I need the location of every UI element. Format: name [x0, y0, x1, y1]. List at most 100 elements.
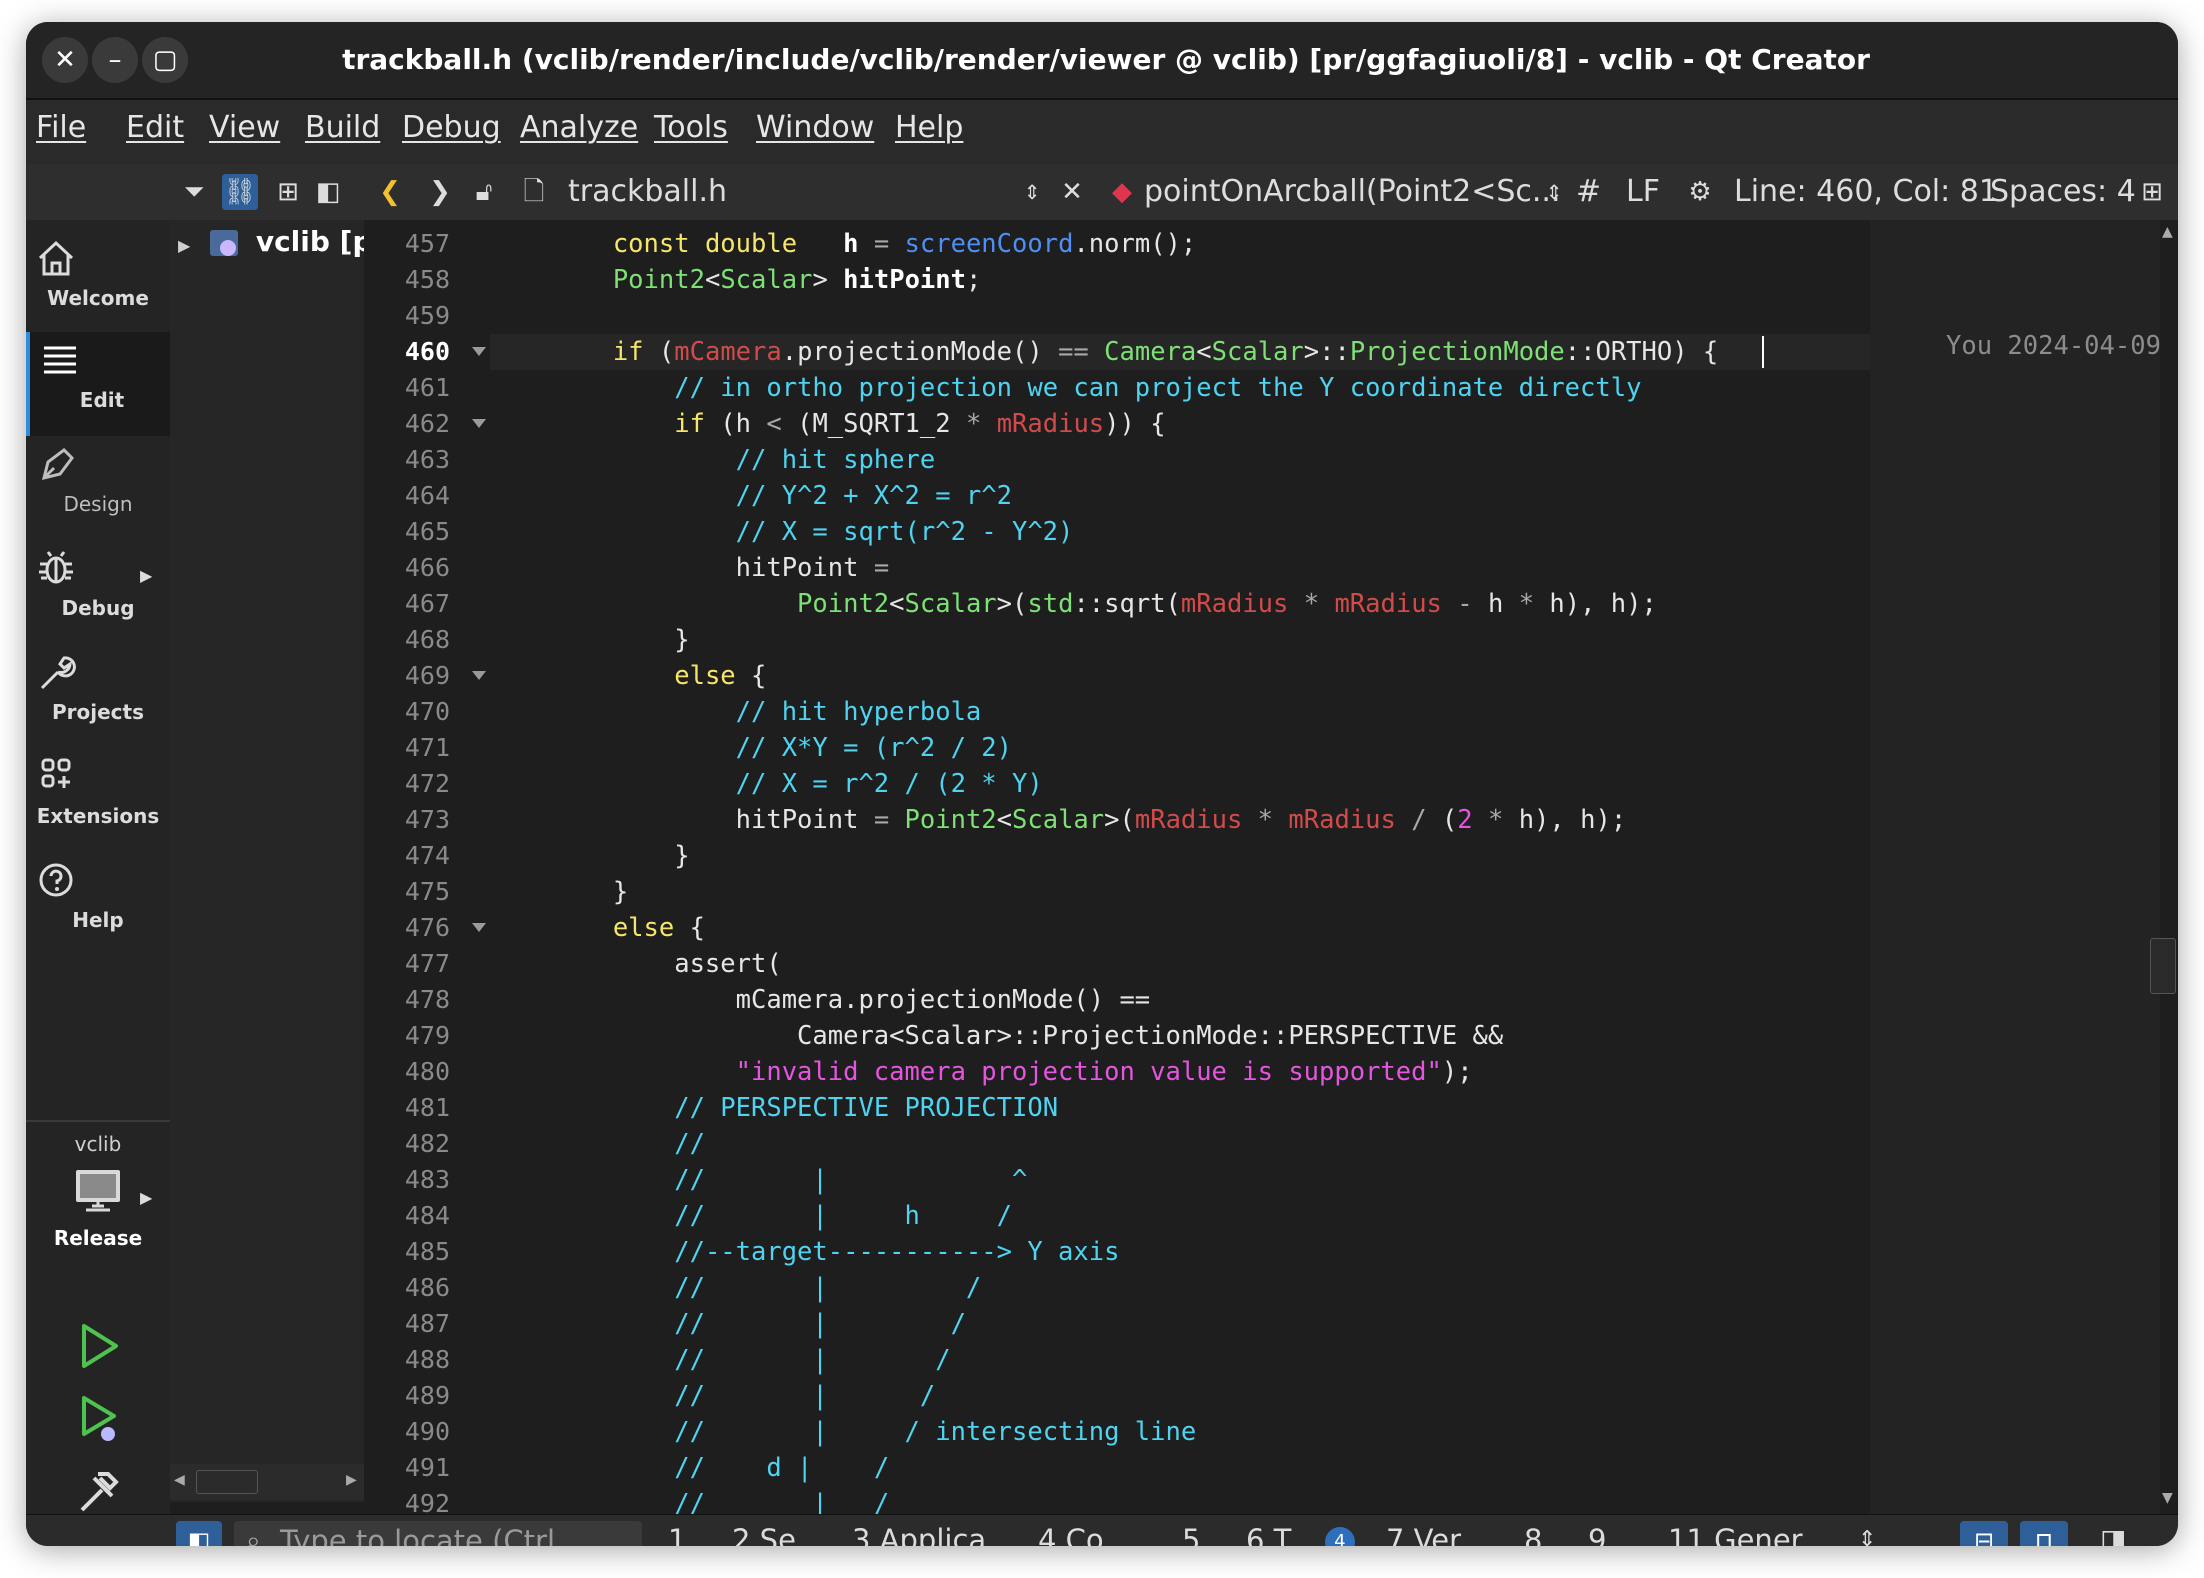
output-pane-7[interactable]: 7 Ver... — [1386, 1515, 1486, 1546]
code-line[interactable]: Point2<Scalar>(std::sqrt(mRadius * mRadi… — [490, 586, 1870, 622]
scrollbar-thumb[interactable] — [2150, 938, 2176, 994]
line-ending-button[interactable]: LF — [1626, 164, 1660, 220]
menu-file[interactable]: File — [36, 110, 86, 145]
code-line[interactable]: // X = sqrt(r^2 - Y^2) — [490, 514, 1870, 550]
output-pane-9[interactable]: 9 ... — [1588, 1515, 1643, 1546]
output-pane-8[interactable]: 8 — [1524, 1515, 1542, 1546]
mode-extensions[interactable]: Extensions — [26, 748, 170, 852]
code-line[interactable]: "invalid camera projection value is supp… — [490, 1054, 1870, 1090]
tree-horizontal-scrollbar[interactable]: ◀ ▶ — [170, 1464, 364, 1500]
output-pane-1[interactable]: 1 — [668, 1515, 686, 1546]
code-line[interactable]: else { — [490, 910, 1870, 946]
menu-debug[interactable]: Debug — [402, 110, 501, 145]
close-sidebar-icon[interactable]: ◧ — [310, 174, 346, 210]
code-line[interactable]: // | ^ — [490, 1162, 1870, 1198]
code-editor[interactable]: const double h = screenCoord.norm(); Poi… — [490, 220, 1870, 1514]
code-line[interactable]: // | / — [490, 1342, 1870, 1378]
code-line[interactable]: } — [490, 874, 1870, 910]
code-line[interactable]: // — [490, 1126, 1870, 1162]
code-line[interactable]: // | / — [490, 1378, 1870, 1414]
code-line[interactable]: // hit hyperbola — [490, 694, 1870, 730]
mode-design[interactable]: Design — [26, 436, 170, 540]
code-line[interactable]: Point2<Scalar> hitPoint; — [490, 262, 1870, 298]
output-pane-5[interactable]: 5 — [1182, 1515, 1200, 1546]
panes-more-arrows-icon[interactable]: ⇕ — [1858, 1515, 1876, 1546]
fold-marker-icon[interactable] — [472, 671, 486, 680]
forward-arrow-icon[interactable]: ❯ — [422, 174, 458, 210]
mode-projects[interactable]: Projects — [26, 644, 170, 748]
code-line[interactable]: // | / — [490, 1270, 1870, 1306]
menu-window[interactable]: Window — [756, 110, 874, 145]
code-line[interactable]: } — [490, 838, 1870, 874]
code-line[interactable]: // d | / — [490, 1450, 1870, 1486]
combo-arrows-icon[interactable]: ⇕ — [1014, 174, 1050, 210]
expand-chevron-icon[interactable]: ▶ — [178, 236, 190, 255]
symbol-combo[interactable]: pointOnArcball(Point2<Sc... — [1144, 164, 1560, 220]
code-line[interactable]: else { — [490, 658, 1870, 694]
fold-marker-icon[interactable] — [472, 419, 486, 428]
code-line[interactable]: hitPoint = — [490, 550, 1870, 586]
code-line[interactable]: // X = r^2 / (2 * Y) — [490, 766, 1870, 802]
menu-tools[interactable]: Tools — [654, 110, 728, 145]
close-window-button[interactable]: ✕ — [42, 37, 88, 83]
code-line[interactable]: // in ortho projection we can project th… — [490, 370, 1870, 406]
link-sync-icon[interactable]: ⛓ — [222, 174, 258, 210]
code-line[interactable]: // | h / — [490, 1198, 1870, 1234]
output-pane-11[interactable]: 11 Gener... — [1668, 1515, 1828, 1546]
code-line[interactable]: // | / — [490, 1306, 1870, 1342]
code-line[interactable]: hitPoint = Point2<Scalar>(mRadius * mRad… — [490, 802, 1870, 838]
code-line[interactable]: if (mCamera.projectionMode() == Camera<S… — [490, 334, 1870, 370]
run-icon[interactable] — [68, 1318, 128, 1374]
split-add-icon[interactable]: ⊞ — [270, 174, 306, 210]
code-line[interactable]: mCamera.projectionMode() == — [490, 982, 1870, 1018]
menu-view[interactable]: View — [209, 110, 280, 145]
code-line[interactable]: //--target-----------> Y axis — [490, 1234, 1870, 1270]
progress-details-icon[interactable]: ⊟ — [1960, 1521, 2008, 1546]
output-pane-2[interactable]: 2 Se... — [732, 1515, 824, 1546]
mode-edit[interactable]: Edit — [26, 332, 174, 436]
filter-icon[interactable]: ⏷ — [176, 174, 212, 210]
code-line[interactable]: // hit sphere — [490, 442, 1870, 478]
output-pane-3[interactable]: 3 Applica... — [852, 1515, 1014, 1546]
fold-marker-icon[interactable] — [472, 347, 486, 356]
code-line[interactable]: // PERSPECTIVE PROJECTION — [490, 1090, 1870, 1126]
symbol-combo-arrows-icon[interactable]: ⇕ — [1536, 174, 1572, 210]
code-line[interactable]: // | / — [490, 1486, 1870, 1514]
menu-build[interactable]: Build — [305, 110, 380, 145]
back-arrow-icon[interactable]: ❮ — [372, 174, 408, 210]
code-line[interactable] — [490, 298, 1870, 334]
toggle-sidebar-icon[interactable]: ◧ — [176, 1521, 222, 1546]
close-document-icon[interactable]: ✕ — [1054, 174, 1090, 210]
open-document-combo[interactable]: trackball.h — [568, 164, 727, 220]
menu-edit[interactable]: Edit — [126, 110, 184, 145]
locator-field[interactable]: ⌕ Type to locate (Ctrl... — [234, 1521, 642, 1546]
mode-help[interactable]: Help — [26, 852, 170, 956]
hash-button[interactable]: # — [1576, 164, 1601, 220]
toggle-output-icon[interactable]: ⊓ — [2020, 1521, 2068, 1546]
mode-welcome[interactable]: Welcome — [26, 230, 170, 334]
code-line[interactable]: } — [490, 622, 1870, 658]
output-pane-6[interactable]: 6 T... 4 — [1246, 1515, 1355, 1546]
editor-vertical-scrollbar[interactable]: ▲ ▼ — [2160, 220, 2178, 1514]
build-hammer-icon[interactable] — [68, 1464, 128, 1520]
debug-run-icon[interactable] — [68, 1392, 128, 1448]
code-line[interactable]: assert( — [490, 946, 1870, 982]
code-line[interactable]: if (h < (M_SQRT1_2 * mRadius)) { — [490, 406, 1870, 442]
toggle-right-sidebar-icon[interactable]: ◨ — [2100, 1515, 2126, 1546]
code-line[interactable]: const double h = screenCoord.norm(); — [490, 226, 1870, 262]
code-line[interactable]: Camera<Scalar>::ProjectionMode::PERSPECT… — [490, 1018, 1870, 1054]
code-line[interactable]: // X*Y = (r^2 / 2) — [490, 730, 1870, 766]
code-line[interactable]: // Y^2 + X^2 = r^2 — [490, 478, 1870, 514]
output-pane-4[interactable]: 4 Co... — [1038, 1515, 1131, 1546]
cursor-position-label[interactable]: Line: 460, Col: 81 — [1734, 164, 1998, 220]
fold-marker-icon[interactable] — [472, 923, 486, 932]
unlock-icon[interactable]: 🔓︎ — [466, 174, 502, 210]
mode-debug[interactable]: Debug ▶ — [26, 540, 170, 644]
code-line[interactable]: // | / intersecting line — [490, 1414, 1870, 1450]
menu-help[interactable]: Help — [895, 110, 963, 145]
split-editor-icon[interactable]: ⊞ — [2134, 174, 2170, 210]
encoding-icon[interactable]: ⚙ — [1682, 174, 1718, 210]
indentation-label[interactable]: Spaces: 4 — [1990, 164, 2136, 220]
menu-analyze[interactable]: Analyze — [520, 110, 638, 145]
kit-selector[interactable]: ▶ Release — [26, 1166, 170, 1266]
